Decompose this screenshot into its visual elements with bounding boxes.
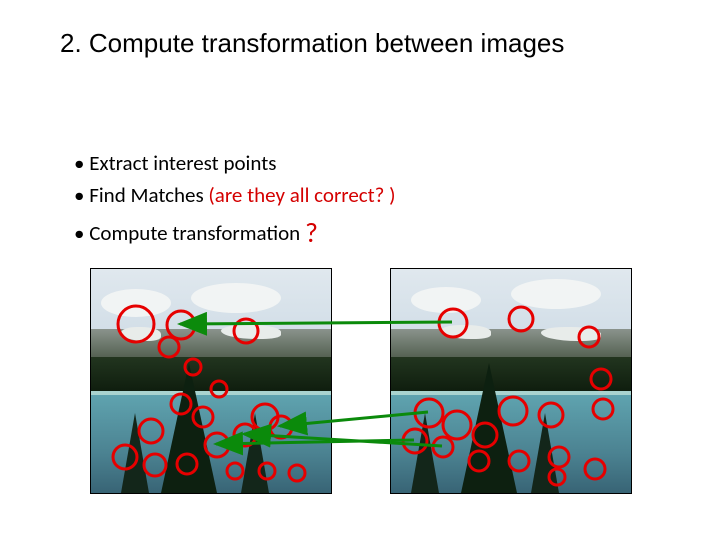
figure xyxy=(90,268,640,492)
interest-point-circle xyxy=(549,469,565,485)
interest-point-circle xyxy=(259,463,275,479)
interest-point-circle xyxy=(234,319,258,343)
slide-title: 2. Compute transformation between images xyxy=(60,28,680,59)
bullet-3-question-mark: ? xyxy=(305,215,318,250)
interest-point-circle xyxy=(177,454,197,474)
interest-point-circle xyxy=(469,451,489,471)
bullet-3-prefix: Compute transformation xyxy=(89,220,305,246)
interest-point-circle xyxy=(593,399,613,419)
bullet-2-red-annotation: (are they all correct? ) xyxy=(208,182,395,208)
interest-point-circle xyxy=(159,337,179,357)
interest-point-circle xyxy=(185,359,201,375)
interest-point-circle xyxy=(234,424,256,446)
interest-point-circle xyxy=(211,381,227,397)
interest-point-overlay-right xyxy=(391,269,631,493)
interest-point-circle xyxy=(473,423,497,447)
bullet-3: Compute transformation ? xyxy=(74,214,396,252)
interest-point-circle xyxy=(539,403,563,427)
interest-point-circle xyxy=(205,433,229,457)
interest-point-circle xyxy=(579,327,599,347)
left-image xyxy=(90,268,332,494)
bullet-1-text: Extract interest points xyxy=(89,150,276,176)
interest-point-circle xyxy=(403,429,427,453)
interest-point-circle xyxy=(113,445,137,469)
bullet-2-prefix: Find Matches xyxy=(89,182,208,208)
interest-point-circle xyxy=(433,437,453,457)
interest-point-circle xyxy=(118,306,154,342)
interest-point-circle xyxy=(144,454,166,476)
interest-point-circle xyxy=(509,307,533,331)
interest-point-circle xyxy=(289,465,305,481)
right-image xyxy=(390,268,632,494)
interest-point-overlay-left xyxy=(91,269,331,493)
interest-point-circle xyxy=(139,419,163,443)
interest-point-circle xyxy=(227,463,243,479)
interest-point-circle xyxy=(167,311,195,339)
interest-point-circle xyxy=(585,459,605,479)
interest-point-circle xyxy=(415,399,443,427)
interest-point-circle xyxy=(591,369,611,389)
interest-point-circle xyxy=(439,309,467,337)
interest-point-circle xyxy=(549,447,569,467)
bullet-2: Find Matches (are they all correct? ) xyxy=(74,181,396,209)
interest-point-circle xyxy=(193,407,213,427)
bullet-list: Extract interest points Find Matches (ar… xyxy=(34,149,396,255)
interest-point-circle xyxy=(499,397,527,425)
bullet-1: Extract interest points xyxy=(74,149,396,177)
slide: 2. Compute transformation between images… xyxy=(0,0,720,540)
interest-point-circle xyxy=(509,451,529,471)
interest-point-circle xyxy=(443,411,471,439)
interest-point-circle xyxy=(171,394,191,414)
